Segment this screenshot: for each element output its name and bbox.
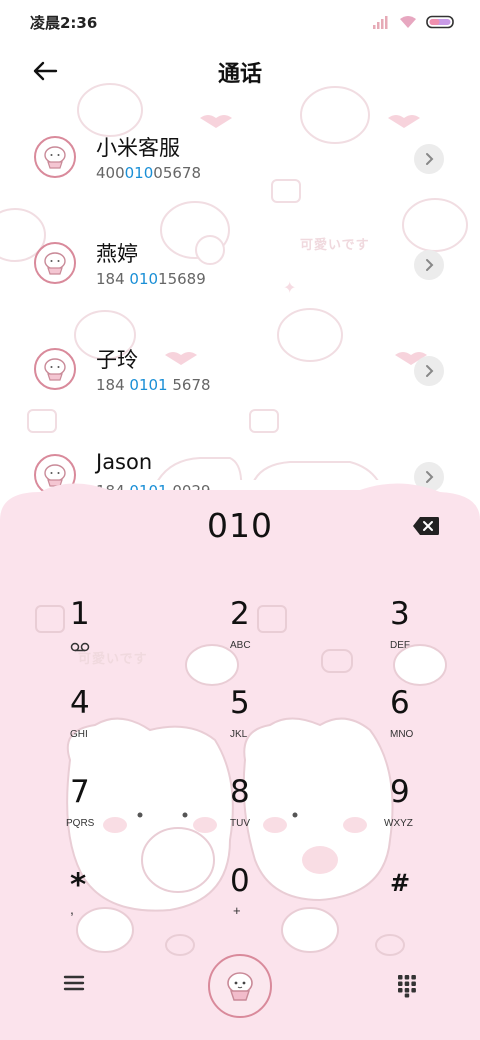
contact-item[interactable]: 子玲 184 0101 5678 xyxy=(0,330,480,436)
number-prefix: 184 xyxy=(96,270,130,288)
call-icon xyxy=(227,972,253,1001)
page-title: 通话 xyxy=(217,62,262,87)
status-icons xyxy=(372,15,456,29)
key-7[interactable]: 7 PQRS xyxy=(0,768,160,857)
chevron-right-icon xyxy=(426,259,434,271)
status-time: 凌晨2:36 xyxy=(30,13,98,32)
number-suffix: 05678 xyxy=(153,164,201,182)
key-hash[interactable]: # xyxy=(320,857,480,946)
contact-number: 40001005678 xyxy=(96,164,201,182)
key-9[interactable]: 9 WXYZ xyxy=(320,768,480,857)
key-letters: GHI xyxy=(70,729,88,740)
key-letters: ABC xyxy=(230,640,251,651)
key-digit: 2 xyxy=(230,596,250,632)
key-digit: * xyxy=(70,867,87,903)
key-digit: # xyxy=(390,869,411,897)
header: 通话 xyxy=(0,48,480,92)
keypad: 1 2 ABC 3 DEF 4 GHI 5 JKL 6 MNO 7 PQRS 8… xyxy=(0,590,480,946)
key-digit: 4 xyxy=(70,685,90,721)
contact-item[interactable]: 小米客服 40001005678 xyxy=(0,118,480,224)
key-letters: MNO xyxy=(390,729,414,740)
number-match: 0101 xyxy=(129,376,168,394)
chevron-right-icon xyxy=(426,153,434,165)
key-digit: 7 xyxy=(70,774,90,810)
key-0[interactable]: 0 + xyxy=(160,857,320,946)
key-digit: 9 xyxy=(390,774,410,810)
contact-detail-button[interactable] xyxy=(414,356,444,386)
kitten-avatar-icon xyxy=(44,252,66,275)
key-digit: 1 xyxy=(70,596,90,632)
menu-button[interactable] xyxy=(62,972,86,994)
dial-number-display: 010 xyxy=(207,506,273,545)
contact-name: 燕婷 xyxy=(96,242,138,266)
key-digit: 3 xyxy=(390,596,410,632)
key-digit: 0 xyxy=(230,863,250,899)
number-suffix: 15689 xyxy=(158,270,206,288)
contact-list: 小米客服 40001005678 燕婷 184 01015689 子玲 184 … xyxy=(0,118,480,542)
status-bar: 凌晨2:36 xyxy=(0,0,480,44)
number-prefix: 400 xyxy=(96,164,125,182)
key-6[interactable]: 6 MNO xyxy=(320,679,480,768)
contact-detail-button[interactable] xyxy=(414,250,444,280)
key-letters: , xyxy=(70,901,74,917)
key-1[interactable]: 1 xyxy=(0,590,160,679)
menu-icon xyxy=(63,975,85,991)
key-letters: DEF xyxy=(390,640,410,651)
kitten-avatar-icon xyxy=(44,146,66,169)
contact-number: 184 0101 5678 xyxy=(96,376,211,394)
key-letters: WXYZ xyxy=(384,818,413,829)
number-suffix: 5678 xyxy=(167,376,211,394)
contact-name: Jason xyxy=(96,450,153,474)
key-star[interactable]: * , xyxy=(0,857,160,946)
call-button[interactable] xyxy=(208,954,272,1018)
dialpad-toggle-button[interactable] xyxy=(396,974,418,998)
key-digit: 5 xyxy=(230,685,250,721)
kitten-avatar-icon xyxy=(44,358,66,381)
contact-detail-button[interactable] xyxy=(414,144,444,174)
number-match: 010 xyxy=(129,270,159,288)
key-3[interactable]: 3 DEF xyxy=(320,590,480,679)
key-letters: TUV xyxy=(230,818,250,829)
contact-name: 小米客服 xyxy=(96,136,180,160)
signal-icon xyxy=(373,16,388,29)
chevron-right-icon xyxy=(426,365,434,377)
key-digit: 6 xyxy=(390,685,410,721)
avatar xyxy=(34,136,76,178)
contact-name: 子玲 xyxy=(96,348,138,372)
key-letters: JKL xyxy=(230,729,248,740)
contact-number: 184 01015689 xyxy=(96,270,206,288)
dialpad-icon xyxy=(398,975,416,998)
avatar xyxy=(34,242,76,284)
key-digit: 8 xyxy=(230,774,250,810)
key-5[interactable]: 5 JKL xyxy=(160,679,320,768)
wifi-icon xyxy=(400,16,416,28)
backspace-icon xyxy=(413,517,439,535)
battery-icon xyxy=(426,15,454,29)
key-letters: PQRS xyxy=(66,818,95,829)
contact-item[interactable]: 燕婷 184 01015689 xyxy=(0,224,480,330)
key-letters: + xyxy=(233,903,241,918)
voicemail-icon xyxy=(70,642,90,652)
number-prefix: 184 xyxy=(96,376,130,394)
key-2[interactable]: 2 ABC xyxy=(160,590,320,679)
key-8[interactable]: 8 TUV xyxy=(160,768,320,857)
avatar xyxy=(34,348,76,390)
backspace-button[interactable] xyxy=(410,514,442,538)
key-4[interactable]: 4 GHI xyxy=(0,679,160,768)
number-match: 010 xyxy=(124,164,154,182)
